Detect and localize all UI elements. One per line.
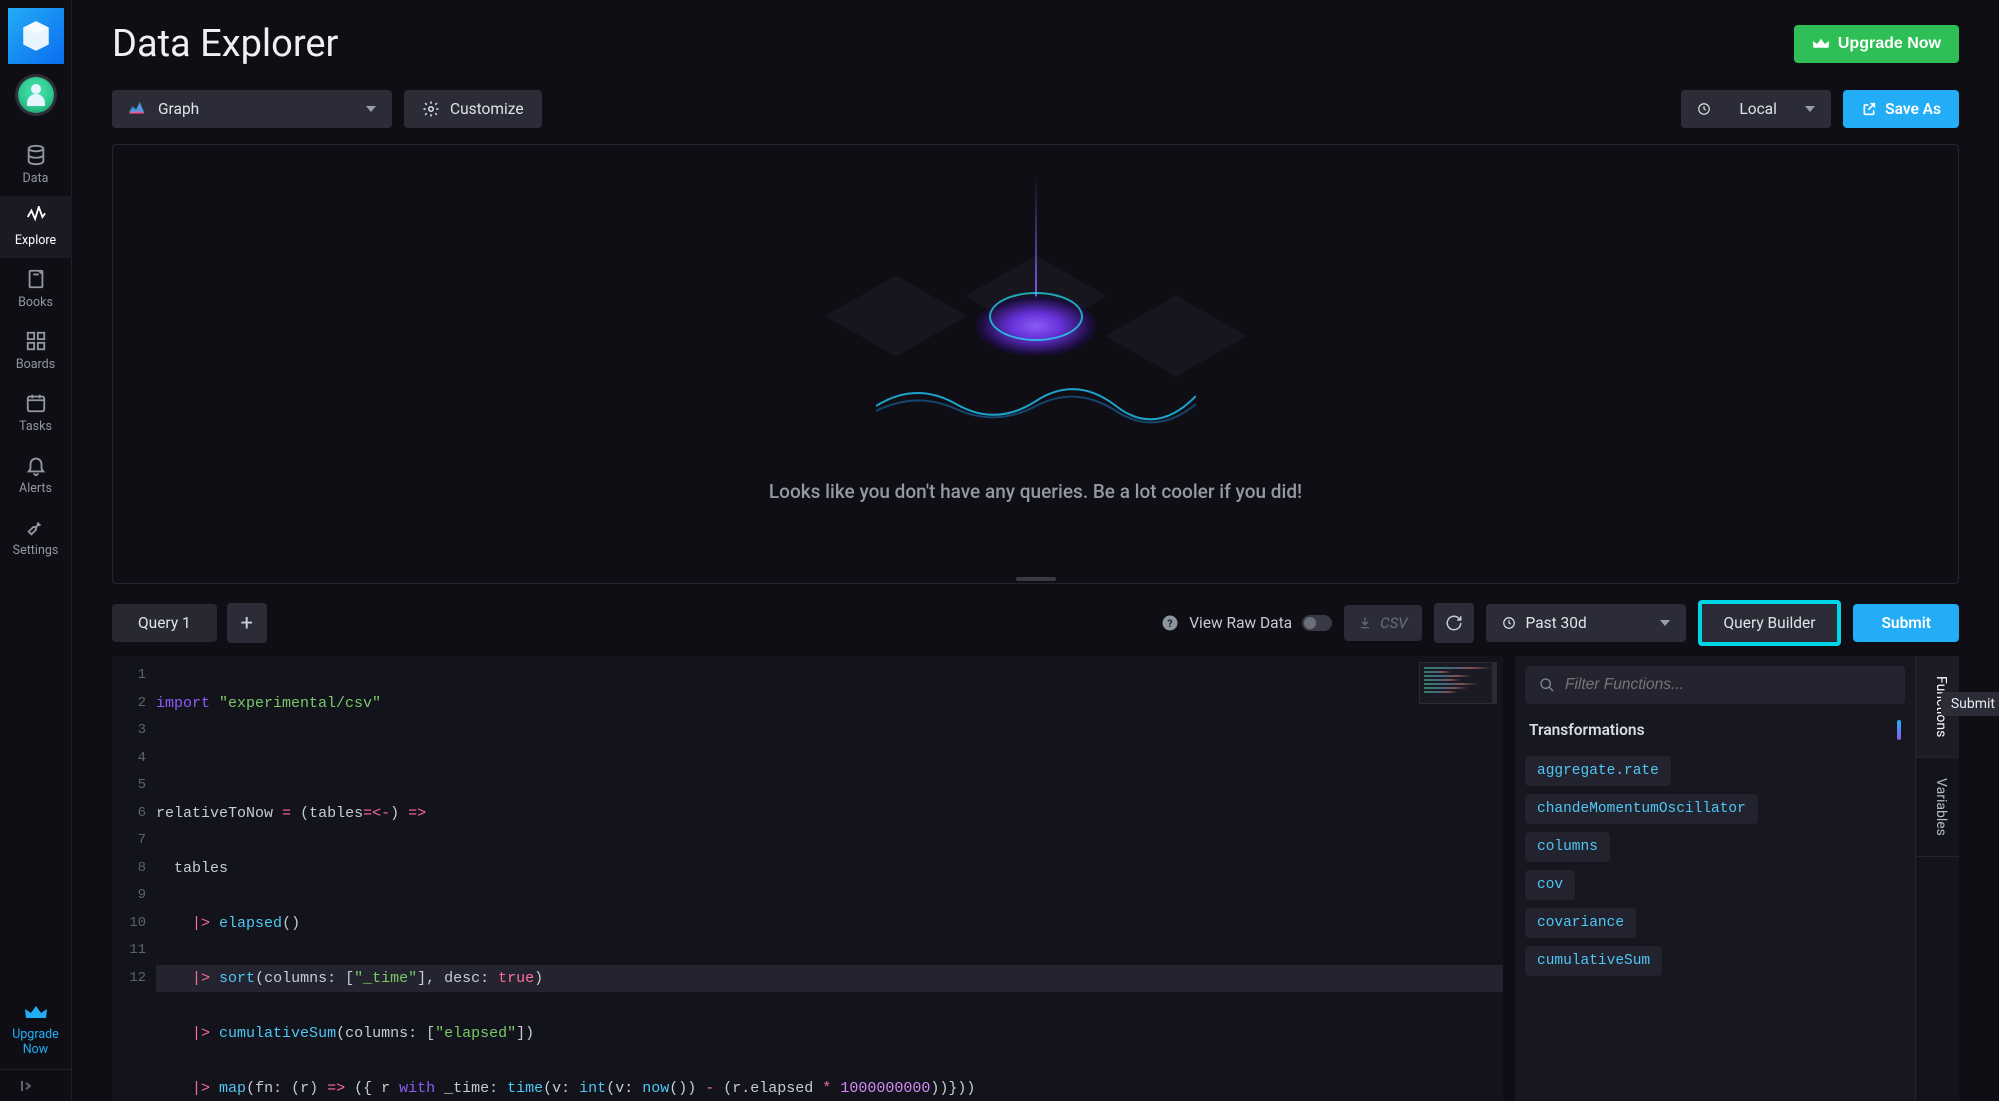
toggle-switch[interactable]	[1302, 615, 1332, 631]
nav-boards-label: Boards	[16, 357, 55, 372]
customize-label: Customize	[450, 100, 524, 118]
crown-icon	[1812, 37, 1830, 51]
download-icon	[1358, 616, 1372, 630]
app-logo[interactable]	[8, 8, 64, 64]
visualization-type-label: Graph	[158, 100, 199, 118]
export-icon	[1861, 101, 1877, 117]
function-item[interactable]: cumulativeSum	[1525, 946, 1662, 976]
panel-resize-handle[interactable]	[1016, 577, 1056, 581]
svg-text:?: ?	[1168, 617, 1173, 630]
view-raw-data-label: View Raw Data	[1189, 614, 1292, 632]
editor-content[interactable]: import "experimental/csv" relativeToNow …	[156, 656, 975, 1101]
refresh-icon	[1445, 614, 1463, 632]
functions-list: aggregate.rate chandeMomentumOscillator …	[1525, 756, 1905, 976]
explore-icon	[25, 206, 47, 228]
user-avatar[interactable]	[15, 74, 57, 116]
add-query-button[interactable]: +	[227, 603, 267, 643]
collapse-nav-button[interactable]	[0, 1069, 72, 1101]
nav-upgrade[interactable]: UpgradeNow	[12, 991, 59, 1069]
function-item[interactable]: covariance	[1525, 908, 1636, 938]
nav-boards[interactable]: Boards	[0, 320, 72, 382]
boards-icon	[25, 330, 47, 352]
submit-tooltip: Submit	[1941, 692, 1999, 716]
csv-label: CSV	[1380, 614, 1407, 632]
empty-state-illustration	[816, 226, 1256, 456]
csv-download-button[interactable]: CSV	[1344, 605, 1421, 641]
influx-logo-icon	[19, 19, 53, 53]
flux-editor[interactable]: 123456789101112 import "experimental/csv…	[112, 656, 1503, 1101]
refresh-button[interactable]	[1434, 603, 1474, 643]
bell-icon	[25, 454, 47, 476]
collapse-icon	[20, 1079, 36, 1093]
nav-books-label: Books	[18, 295, 53, 310]
timezone-dropdown[interactable]: Local	[1681, 90, 1831, 128]
nav-books[interactable]: Books	[0, 258, 72, 320]
nav-settings[interactable]: Settings	[0, 506, 72, 568]
database-icon	[25, 144, 47, 166]
functions-panel: Transformations aggregate.rate chandeMom…	[1515, 656, 1915, 1101]
editor-gutter: 123456789101112	[112, 656, 156, 1101]
time-range-dropdown[interactable]: Past 30d	[1486, 604, 1686, 642]
empty-state-message: Looks like you don't have any queries. B…	[769, 480, 1302, 503]
nav-upgrade-label: UpgradeNow	[12, 1027, 59, 1057]
graph-icon	[128, 100, 146, 118]
page-title: Data Explorer	[112, 22, 338, 66]
side-tab-variables[interactable]: Variables	[1916, 758, 1959, 857]
avatar-icon	[18, 77, 54, 113]
timezone-label: Local	[1739, 100, 1777, 118]
time-range-label: Past 30d	[1526, 614, 1587, 632]
view-raw-data-toggle[interactable]: ? View Raw Data	[1161, 614, 1332, 632]
visualization-type-dropdown[interactable]: Graph	[112, 90, 392, 128]
functions-search-input[interactable]	[1565, 676, 1891, 694]
nav-tasks-label: Tasks	[19, 419, 52, 434]
nav-explore[interactable]: Explore	[0, 196, 72, 258]
submit-button[interactable]: Submit	[1853, 604, 1959, 642]
function-item[interactable]: cov	[1525, 870, 1575, 900]
nav-tasks[interactable]: Tasks	[0, 382, 72, 444]
function-item[interactable]: chandeMomentumOscillator	[1525, 794, 1758, 824]
editor-minimap[interactable]	[1419, 662, 1497, 704]
clock-icon	[1697, 102, 1711, 116]
query-tab-1[interactable]: Query 1	[112, 604, 217, 642]
books-icon	[25, 268, 47, 290]
left-nav: Data Explore Books Boards Tasks Alerts S…	[0, 0, 72, 1101]
nav-explore-label: Explore	[15, 233, 56, 248]
functions-section-title: Transformations	[1529, 721, 1645, 739]
function-item[interactable]: columns	[1525, 832, 1610, 862]
chevron-down-icon	[1660, 620, 1670, 626]
chevron-down-icon	[1805, 106, 1815, 112]
upgrade-now-button[interactable]: Upgrade Now	[1794, 25, 1959, 63]
search-icon	[1539, 677, 1555, 693]
save-as-label: Save As	[1885, 100, 1941, 118]
nav-settings-label: Settings	[13, 543, 59, 558]
gear-icon	[422, 100, 440, 118]
help-icon: ?	[1161, 614, 1179, 632]
calendar-icon	[25, 392, 47, 414]
scroll-indicator	[1897, 720, 1901, 740]
customize-button[interactable]: Customize	[404, 90, 542, 128]
upgrade-now-label: Upgrade Now	[1838, 35, 1941, 53]
functions-search[interactable]	[1525, 666, 1905, 704]
save-as-button[interactable]: Save As	[1843, 90, 1959, 128]
nav-data-label: Data	[23, 171, 49, 186]
crown-icon	[24, 1003, 48, 1023]
wrench-icon	[25, 516, 47, 538]
function-item[interactable]: aggregate.rate	[1525, 756, 1671, 786]
clock-icon	[1502, 616, 1516, 630]
nav-alerts-label: Alerts	[19, 481, 52, 496]
query-builder-button[interactable]: Query Builder	[1698, 600, 1842, 646]
chevron-down-icon	[366, 106, 376, 112]
nav-alerts[interactable]: Alerts	[0, 444, 72, 506]
nav-data[interactable]: Data	[0, 134, 72, 196]
visualization-panel: Looks like you don't have any queries. B…	[112, 144, 1959, 584]
